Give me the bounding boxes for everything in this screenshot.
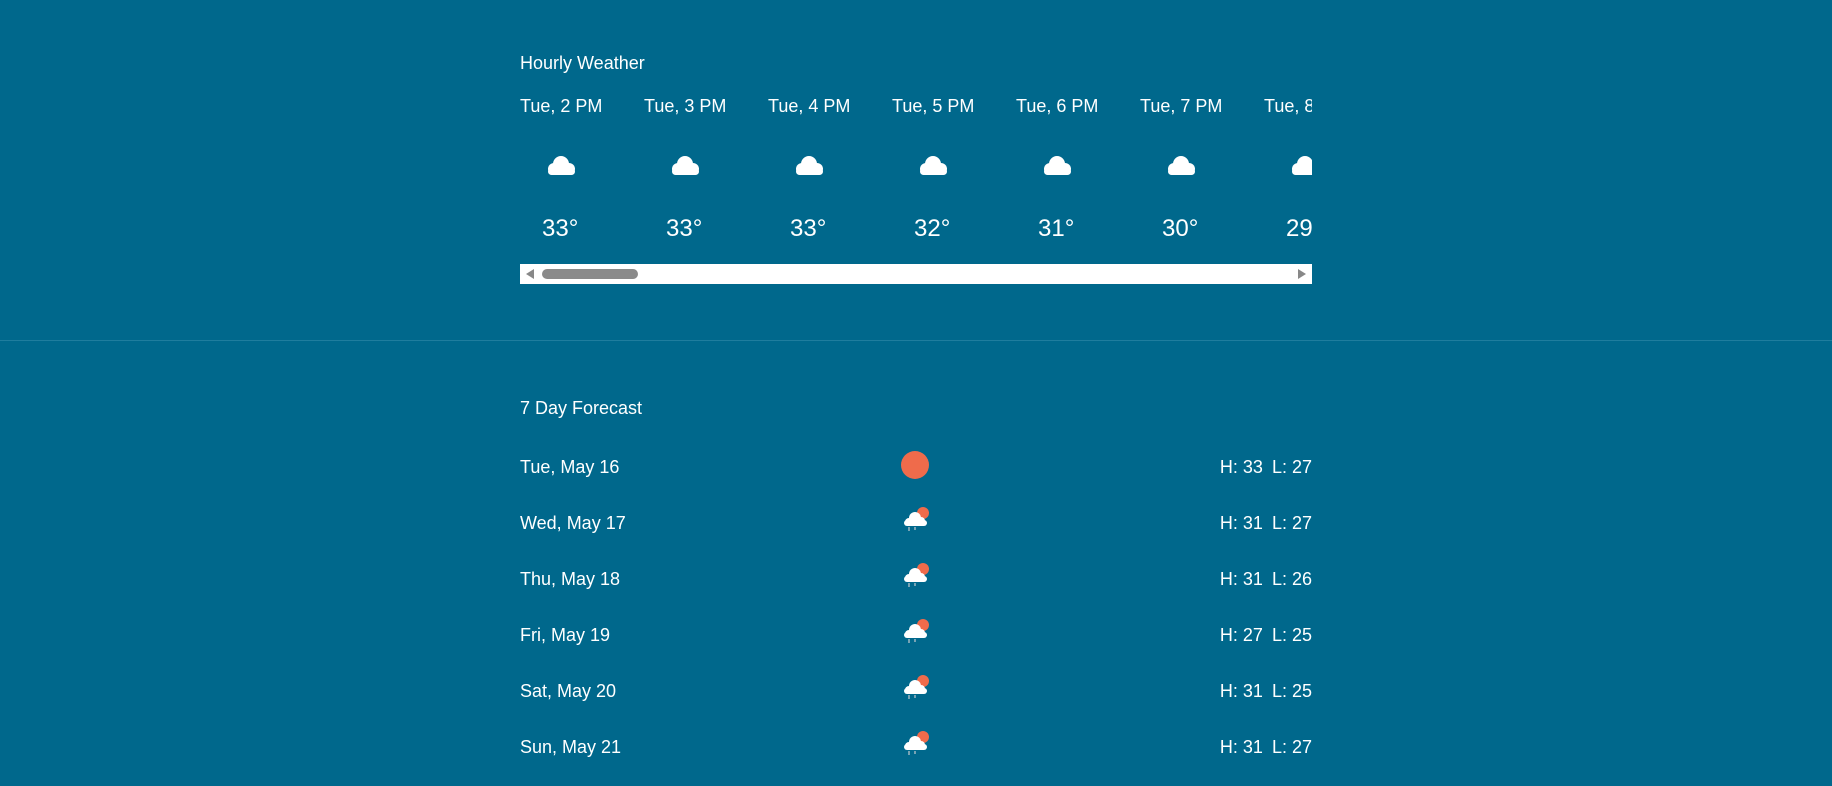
- hourly-item: Tue, 5 PM 32°: [892, 96, 1016, 252]
- cloud-icon: [548, 156, 575, 175]
- forecast-low: L: 26: [1271, 569, 1312, 589]
- hourly-temperature: 32°: [914, 215, 951, 242]
- hourly-temperature: 29°: [1286, 215, 1312, 242]
- hourly-list: Tue, 2 PM 33° Tue, 3 PM 33° Tue, 4 PM 33° Tue,…: [520, 96, 1312, 252]
- forecast-row: Sat, May 20 H: 31 L: 25: [520, 674, 1312, 730]
- hourly-time: Tue, 4 PM: [768, 96, 851, 116]
- seven-day-forecast-title: 7 Day Forecast: [520, 398, 643, 418]
- forecast-low: L: 27: [1271, 513, 1312, 533]
- forecast-high: H: 31: [1219, 681, 1263, 701]
- forecast-day: Thu, May 18: [520, 569, 621, 589]
- hourly-item: Tue, 3 PM 33°: [644, 96, 768, 252]
- forecast-high: H: 33: [1219, 457, 1263, 477]
- hourly-item: Tue, 2 PM 33°: [520, 96, 644, 252]
- hourly-temperature: 30°: [1162, 215, 1199, 242]
- hourly-time: Tue, 7 PM: [1140, 96, 1223, 116]
- hourly-item: Tue, 8 PM 29°: [1264, 96, 1312, 252]
- forecast-day: Sun, May 21: [520, 737, 622, 757]
- forecast-row: Sun, May 21 H: 31 L: 27: [520, 730, 1312, 786]
- scroll-right-arrow-icon[interactable]: [1298, 269, 1306, 279]
- forecast-temps: H: 27 L: 25: [1220, 625, 1312, 646]
- hourly-weather-title: Hourly Weather: [520, 53, 645, 73]
- scroll-left-arrow-icon[interactable]: [526, 269, 534, 279]
- forecast-day: Fri, May 19: [520, 625, 611, 645]
- cloud-icon: [920, 156, 947, 175]
- hourly-temperature: 31°: [1038, 215, 1075, 242]
- hourly-temperature: 33°: [790, 215, 827, 242]
- cloud-icon: [796, 156, 823, 175]
- forecast-row: Fri, May 19 H: 27 L: 25: [520, 618, 1312, 674]
- forecast-low: L: 25: [1271, 625, 1312, 645]
- forecast-row: Wed, May 17 H: 31 L: 27: [520, 506, 1312, 562]
- forecast-high: H: 31: [1219, 513, 1263, 533]
- cloud-icon: [1292, 156, 1312, 175]
- forecast-high: H: 31: [1219, 737, 1263, 757]
- partly-cloudy-rain-icon: [904, 731, 929, 755]
- hourly-time: Tue, 2 PM: [520, 96, 603, 116]
- forecast-temps: H: 33 L: 27: [1220, 457, 1312, 478]
- cloud-icon: [1168, 156, 1195, 175]
- daily-forecast-list: Tue, May 16 H: 33 L: 27 Wed, May 17 H: 31 L: …: [520, 450, 1312, 786]
- section-divider: [0, 340, 1832, 341]
- forecast-temps: H: 31 L: 27: [1220, 737, 1312, 758]
- partly-cloudy-rain-icon: [904, 563, 929, 587]
- forecast-day: Tue, May 16: [520, 457, 620, 477]
- forecast-low: L: 27: [1271, 737, 1312, 757]
- forecast-day: Sat, May 20: [520, 681, 617, 701]
- forecast-low: L: 27: [1271, 457, 1312, 477]
- hourly-temperature: 33°: [666, 215, 703, 242]
- forecast-row: Thu, May 18 H: 31 L: 26: [520, 562, 1312, 618]
- scrollbar-thumb[interactable]: [542, 269, 638, 279]
- hourly-item: Tue, 4 PM 33°: [768, 96, 892, 252]
- cloud-icon: [672, 156, 699, 175]
- sun-icon: [901, 451, 929, 479]
- hourly-time: Tue, 8 PM: [1264, 96, 1312, 116]
- forecast-row: Tue, May 16 H: 33 L: 27: [520, 450, 1312, 506]
- partly-cloudy-rain-icon: [904, 507, 929, 531]
- hourly-scroll-area[interactable]: Tue, 2 PM 33° Tue, 3 PM 33° Tue, 4 PM 33° Tue,…: [520, 96, 1312, 252]
- forecast-high: H: 31: [1219, 569, 1263, 589]
- hourly-item: Tue, 6 PM 31°: [1016, 96, 1140, 252]
- hourly-time: Tue, 5 PM: [892, 96, 975, 116]
- hourly-time: Tue, 3 PM: [644, 96, 727, 116]
- forecast-temps: H: 31 L: 27: [1220, 513, 1312, 534]
- hourly-item: Tue, 7 PM 30°: [1140, 96, 1264, 252]
- hourly-time: Tue, 6 PM: [1016, 96, 1099, 116]
- cloud-icon: [1044, 156, 1071, 175]
- partly-cloudy-rain-icon: [904, 619, 929, 643]
- forecast-temps: H: 31 L: 26: [1220, 569, 1312, 590]
- forecast-high: H: 27: [1219, 625, 1263, 645]
- horizontal-scrollbar[interactable]: [520, 264, 1312, 284]
- forecast-temps: H: 31 L: 25: [1220, 681, 1312, 702]
- hourly-temperature: 33°: [542, 215, 579, 242]
- forecast-low: L: 25: [1271, 681, 1312, 701]
- partly-cloudy-rain-icon: [904, 675, 929, 699]
- forecast-day: Wed, May 17: [520, 513, 626, 533]
